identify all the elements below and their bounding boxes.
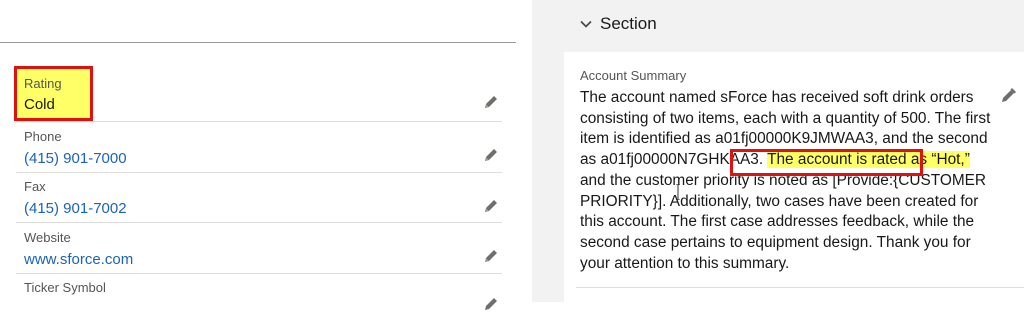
fax-label: Fax [24,179,46,194]
pencil-icon[interactable] [1000,87,1017,104]
summary-text-after: and the customer priority is noted as [P… [580,171,987,272]
pencil-icon[interactable] [483,248,499,264]
field-divider [16,222,502,223]
field-divider [16,273,502,274]
text-cursor-icon [676,184,680,200]
field-divider [576,287,1024,288]
field-divider [16,172,502,173]
field-divider [16,121,502,122]
pencil-icon[interactable] [483,198,499,214]
fax-link[interactable]: (415) 901-7002 [24,200,127,217]
website-link[interactable]: www.sforce.com [24,251,133,268]
divider [0,42,516,43]
rating-sentence-highlight-annotation [730,149,923,176]
panel-gutter [532,0,548,302]
pencil-icon[interactable] [483,296,499,312]
ticker-label: Ticker Symbol [24,280,106,295]
phone-link[interactable]: (415) 901-7000 [24,150,127,167]
pencil-icon[interactable] [483,94,499,110]
account-summary-text: The account named sForce has received so… [580,88,998,274]
rating-label: Rating [24,76,62,91]
rating-value: Cold [24,96,55,113]
account-summary-label: Account Summary [580,68,687,83]
section-title[interactable]: Section [600,14,657,34]
phone-label: Phone [24,129,62,144]
record-detail-panel: Rating Cold Phone (415) 901-7000 Fax (41… [0,0,517,310]
website-label: Website [24,230,71,245]
pencil-icon[interactable] [483,147,499,163]
chevron-down-icon[interactable] [579,17,593,31]
